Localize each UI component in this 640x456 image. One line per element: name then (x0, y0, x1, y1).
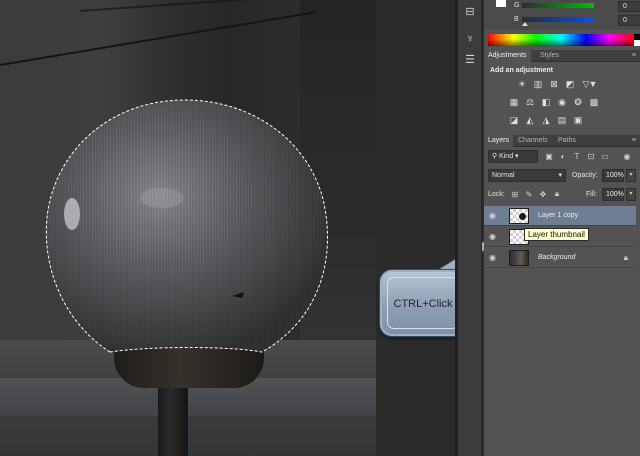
color-slider-g[interactable]: G 0 (514, 1, 640, 13)
posterize-icon[interactable]: ◭ (524, 114, 536, 126)
g-slider-bar[interactable] (522, 3, 594, 8)
lock-transparent-icon[interactable]: ⊞ (510, 189, 520, 199)
channel-label-g: G (514, 2, 520, 9)
color-panel: G 0 B 0 (484, 0, 640, 30)
b-slider-handle[interactable] (522, 22, 528, 26)
color-spectrum[interactable] (488, 34, 634, 46)
hue-saturation-icon[interactable]: ▦ (508, 96, 520, 108)
thumbnail-content (519, 213, 526, 220)
white-swatch[interactable] (634, 40, 640, 46)
tab-styles[interactable]: Styles (536, 50, 563, 62)
foreground-swatch[interactable] (496, 0, 506, 7)
channel-mixer-icon[interactable]: ❂ (572, 96, 584, 108)
filter-type-icon[interactable]: T (572, 151, 582, 161)
panel-icon-strip: ⊟ ♆ ☰ (458, 0, 482, 456)
triangle-icon[interactable]: ▼ (587, 78, 599, 90)
gradient-map-icon[interactable]: ▤ (556, 114, 568, 126)
filter-adjustment-icon[interactable]: ◐ (558, 151, 568, 161)
fill-label: Fill: (586, 191, 597, 198)
levels-icon[interactable]: ▥ (532, 78, 544, 90)
lock-row: Lock: ⊞ ✎ ✥ 🔒︎ Fill: 100% ▾ (488, 188, 636, 201)
threshold-icon[interactable]: ◮ (540, 114, 552, 126)
layers-tabbar: Layers Channels Paths ≡ (484, 135, 640, 147)
chevron-down-icon: ▾ (513, 153, 519, 160)
adjustments-tabbar: Adjustments Styles ≡ (484, 50, 640, 62)
eye-icon[interactable]: ◉ (489, 233, 499, 241)
opacity-field[interactable]: 100% (602, 169, 624, 182)
lock-image-icon[interactable]: ✎ (524, 189, 534, 199)
lock-all-icon[interactable]: 🔒︎ (552, 189, 562, 199)
color-balance-icon[interactable]: ⚖ (524, 96, 536, 108)
layer-name[interactable]: Layer 1 copy (538, 212, 578, 219)
tab-channels[interactable]: Channels (514, 135, 552, 147)
layer-row-layer-1-copy[interactable]: ◉ Layer 1 copy (484, 206, 636, 226)
layer-thumbnail[interactable] (509, 208, 529, 224)
callout-text: CTRL+Click (393, 298, 453, 310)
curves-icon[interactable]: ⊠ (548, 78, 560, 90)
channel-label-b: B (514, 16, 519, 23)
lock-icon: 🔒︎ (623, 253, 628, 262)
history-panel-icon[interactable]: ⊟ (461, 3, 479, 19)
fill-field[interactable]: 100% (602, 188, 624, 201)
lamp-globe-selection (45, 99, 328, 353)
filter-toggle-icon[interactable]: ◉ (622, 151, 632, 161)
exposure-icon[interactable]: ◩ (564, 78, 576, 90)
panel-menu-icon[interactable]: ≡ (632, 137, 636, 144)
layer-name[interactable]: Background (538, 254, 575, 261)
fill-dropdown-icon[interactable]: ▾ (626, 188, 636, 201)
layer-thumbnail[interactable] (509, 250, 529, 266)
filter-smart-object-icon[interactable]: ▭ (600, 151, 610, 161)
filter-kind-select[interactable]: ⚲ Kind ▾ (488, 150, 538, 163)
b-slider-bar[interactable] (522, 17, 594, 22)
ctrl-click-callout: CTRL+Click (380, 270, 466, 336)
chevron-down-icon: ▾ (558, 172, 562, 179)
filter-shape-icon[interactable]: ⊡ (586, 151, 596, 161)
black-white-icon[interactable]: ◧ (540, 96, 552, 108)
tab-paths[interactable]: Paths (554, 135, 580, 147)
eye-icon[interactable]: ◉ (489, 212, 499, 220)
eye-icon[interactable]: ◉ (489, 254, 499, 262)
lock-label: Lock: (488, 191, 505, 198)
opacity-dropdown-icon[interactable]: ▾ (626, 169, 636, 182)
tab-layers[interactable]: Layers (484, 135, 514, 147)
tab-adjustments[interactable]: Adjustments (484, 50, 531, 62)
opacity-label: Opacity: (572, 172, 598, 179)
color-lookup-icon[interactable]: ▩ (588, 96, 600, 108)
layer-filter-row: ⚲ Kind ▾ ▣ ◐ T ⊡ ▭ ◉ (488, 150, 636, 163)
brightness-contrast-icon[interactable]: ☀ (516, 78, 528, 90)
photo-filter-icon[interactable]: ◉ (556, 96, 568, 108)
filter-pixel-icon[interactable]: ▣ (544, 151, 554, 161)
lock-position-icon[interactable]: ✥ (538, 189, 548, 199)
invert-icon[interactable]: ◪ (508, 114, 520, 126)
filter-kind-label: Kind (499, 153, 514, 160)
properties-panel-icon[interactable]: ☰ (461, 51, 479, 67)
document-canvas[interactable] (0, 0, 376, 456)
brush-panel-icon[interactable]: ♆ (461, 31, 479, 47)
blend-mode-select[interactable]: Normal ▾ (488, 169, 566, 182)
layer-row-background[interactable]: ◉ Background 🔒︎ (484, 248, 636, 268)
b-value-field[interactable]: 0 (618, 15, 640, 26)
panel-menu-icon[interactable]: ≡ (632, 52, 636, 59)
layer-thumbnail-tooltip: Layer thumbnail (524, 228, 589, 241)
blend-mode-value: Normal (492, 172, 515, 179)
selective-color-icon[interactable]: ▣ (572, 114, 584, 126)
g-value-field[interactable]: 0 (618, 1, 640, 12)
adjustments-heading: Add an adjustment (490, 67, 554, 74)
blend-row: Normal ▾ Opacity: 100% ▾ (488, 169, 636, 182)
color-slider-b[interactable]: B 0 (514, 15, 640, 27)
